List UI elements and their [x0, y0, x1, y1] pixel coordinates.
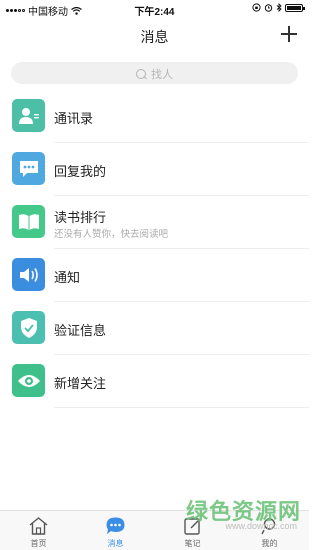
tab-label: 消息	[107, 539, 124, 548]
comment-icon	[12, 152, 45, 185]
add-button[interactable]	[279, 24, 299, 44]
tab-label: 我的	[261, 539, 278, 548]
menu-item-verification[interactable]: 验证信息	[0, 302, 309, 355]
status-bar: 中国移动 下午2:44	[0, 0, 309, 18]
bluetooth-icon	[276, 3, 282, 12]
tab-label: 笔记	[184, 539, 201, 548]
tab-messages[interactable]: 消息	[77, 511, 154, 550]
menu-subtitle: 还没有人赞你，快去阅读吧	[54, 229, 169, 240]
speaker-icon	[12, 258, 45, 291]
search-icon	[136, 68, 147, 80]
message-icon	[106, 517, 125, 534]
menu-label: 新增关注	[54, 376, 107, 391]
contacts-icon	[12, 99, 45, 132]
menu-item-contacts[interactable]: 通讯录	[0, 90, 309, 143]
menu-label: 通讯录	[54, 111, 94, 126]
tab-home[interactable]: 首页	[0, 511, 77, 550]
eye-icon	[12, 364, 45, 397]
battery-icon	[285, 3, 305, 12]
home-icon	[29, 517, 48, 535]
page-title: 消息	[140, 29, 169, 45]
menu-item-replies[interactable]: 回复我的	[0, 143, 309, 196]
shield-icon	[12, 311, 45, 344]
tab-label: 首页	[30, 539, 47, 548]
menu-label: 通知	[54, 270, 81, 285]
menu-item-notifications[interactable]: 通知	[0, 249, 309, 302]
watermark-url: www.downcc.com	[225, 521, 297, 531]
menu-label: 回复我的	[54, 164, 107, 179]
menu-item-reading-rank[interactable]: 读书排行 还没有人赞你，快去阅读吧	[0, 196, 309, 249]
status-right	[252, 3, 305, 12]
rotation-lock-icon	[252, 3, 261, 12]
search-placeholder: 找人	[151, 69, 173, 81]
book-icon	[12, 205, 45, 238]
menu-item-new-followers[interactable]: 新增关注	[0, 355, 309, 408]
nav-bar: 消息	[0, 18, 309, 54]
menu-label: 读书排行	[54, 210, 107, 225]
search-bar[interactable]: 找人	[11, 62, 298, 84]
menu-label: 验证信息	[54, 323, 107, 338]
divider	[54, 407, 309, 408]
alarm-icon	[264, 4, 273, 12]
watermark: 绿色资源网 www.downcc.com	[161, 494, 301, 534]
